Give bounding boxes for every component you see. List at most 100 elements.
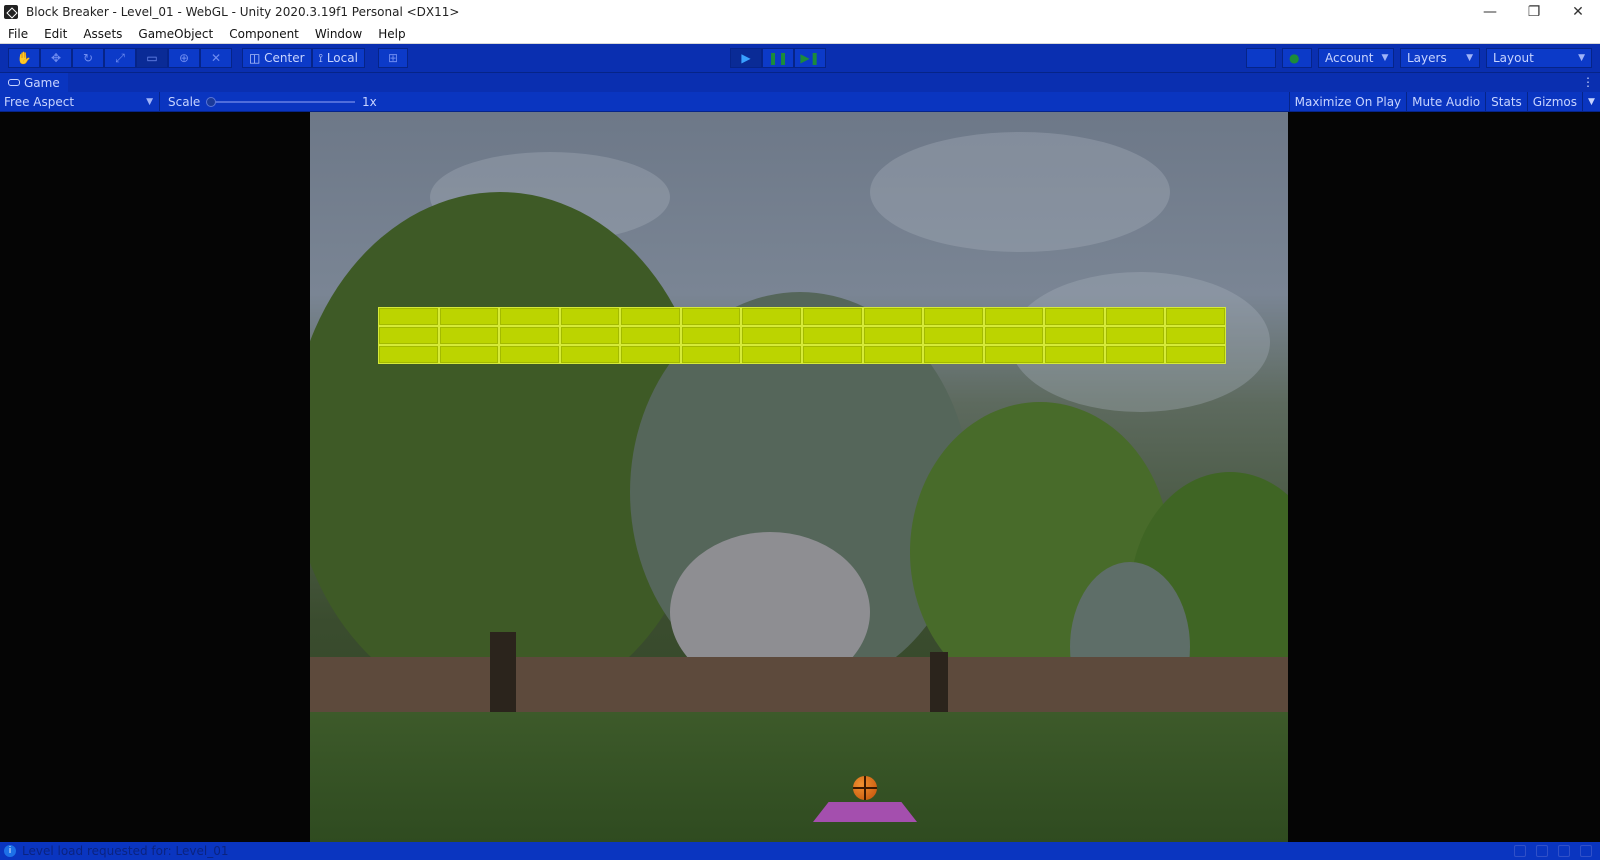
account-label: Account (1325, 51, 1374, 65)
window-titlebar: Block Breaker - Level_01 - WebGL - Unity… (0, 0, 1600, 24)
tab-game[interactable]: Game (0, 72, 68, 93)
game-viewport (0, 112, 1600, 842)
play-button[interactable]: ▶ (730, 48, 762, 68)
brick (1104, 345, 1166, 364)
account-dropdown[interactable]: Account ▼ (1318, 48, 1394, 68)
chevron-down-icon: ▼ (146, 97, 153, 107)
window-title: Block Breaker - Level_01 - WebGL - Unity… (26, 5, 460, 19)
cloud-icon[interactable]: ● (1282, 48, 1312, 68)
brick (923, 307, 984, 326)
rect-tool-icon[interactable]: ▭ (136, 48, 168, 68)
ball (853, 776, 877, 800)
aspect-dropdown[interactable]: Free Aspect ▼ (0, 92, 160, 112)
scale-slider-handle[interactable] (206, 97, 216, 107)
stats-toggle[interactable]: Stats (1485, 92, 1527, 112)
move-tool-icon[interactable]: ✥ (40, 48, 72, 68)
tab-game-label: Game (24, 75, 60, 90)
game-canvas[interactable] (310, 112, 1288, 842)
brick (1044, 326, 1105, 345)
maximize-on-play-toggle[interactable]: Maximize On Play (1288, 92, 1407, 112)
scale-tool-icon[interactable]: ⤢ (104, 48, 136, 68)
brick (438, 326, 500, 345)
menu-edit[interactable]: Edit (36, 27, 75, 41)
transform-tools: ✋ ✥ ↻ ⤢ ▭ ⊕ ✕ (8, 48, 232, 68)
transform-tool-icon[interactable]: ⊕ (168, 48, 200, 68)
gamepad-icon (8, 79, 20, 86)
info-icon: i (4, 845, 16, 857)
custom-tool-icon[interactable]: ✕ (200, 48, 232, 68)
main-toolbar: ✋ ✥ ↻ ⤢ ▭ ⊕ ✕ ◫ Center ⟟ Local ⊞ ▶ ❚❚ ▶❚… (0, 44, 1600, 72)
menu-assets[interactable]: Assets (75, 27, 130, 41)
brick (559, 326, 621, 345)
minimize-button[interactable]: — (1468, 0, 1512, 24)
brick (378, 326, 439, 345)
menu-bar: File Edit Assets GameObject Component Wi… (0, 24, 1600, 44)
brick (559, 307, 621, 326)
brick (1165, 326, 1226, 345)
gizmos-toggle[interactable]: Gizmos (1526, 92, 1582, 112)
tab-menu-icon[interactable]: ⋮ (1582, 75, 1594, 89)
brick (620, 307, 681, 326)
brick (378, 345, 439, 364)
mute-audio-toggle[interactable]: Mute Audio (1406, 92, 1485, 112)
status-icons (1514, 845, 1592, 857)
brick (680, 307, 742, 326)
game-tab-bar: Game ⋮ (0, 72, 1600, 93)
paddle (813, 802, 917, 822)
layout-dropdown[interactable]: Layout ▼ (1486, 48, 1592, 68)
brick (802, 326, 863, 345)
grid-snap-icon[interactable]: ⊞ (378, 48, 408, 68)
brick (1165, 307, 1226, 326)
auto-generate-icon[interactable] (1580, 845, 1592, 857)
bug-icon[interactable] (1514, 845, 1526, 857)
game-view-options: Maximize On Play Mute Audio Stats Gizmos… (1288, 92, 1600, 112)
brick (620, 326, 681, 345)
brick (862, 326, 924, 345)
status-bar: i Level load requested for: Level_01 (0, 842, 1600, 860)
brick (1165, 345, 1226, 364)
brick (802, 345, 863, 364)
game-view-toolbar: Free Aspect ▼ Scale 1x Maximize On Play … (0, 92, 1600, 112)
brick (438, 345, 500, 364)
brick (1104, 326, 1166, 345)
brick (680, 345, 742, 364)
hand-tool-icon[interactable]: ✋ (8, 48, 40, 68)
brick (983, 307, 1045, 326)
restore-button[interactable]: ❐ (1512, 0, 1556, 24)
rotate-tool-icon[interactable]: ↻ (72, 48, 104, 68)
gizmos-chevron-icon[interactable]: ▼ (1582, 92, 1600, 112)
cache-icon[interactable] (1536, 845, 1548, 857)
chevron-down-icon: ▼ (1381, 53, 1389, 63)
scale-slider-track[interactable] (210, 101, 355, 103)
toolbar-right: ● Account ▼ Layers ▼ Layout ▼ (1246, 48, 1592, 68)
collab-icon[interactable] (1246, 48, 1276, 68)
brick (680, 326, 742, 345)
status-message[interactable]: Level load requested for: Level_01 (22, 844, 228, 858)
menu-file[interactable]: File (0, 27, 36, 41)
grass-field (310, 712, 1288, 842)
pivot-center-button[interactable]: ◫ Center (242, 48, 312, 68)
brick (923, 345, 984, 364)
pivot-icon: ◫ (249, 51, 265, 65)
lighting-icon[interactable] (1558, 845, 1570, 857)
brick (741, 345, 802, 364)
menu-component[interactable]: Component (221, 27, 307, 41)
local-space-icon: ⟟ (318, 50, 327, 65)
brick (862, 345, 924, 364)
menu-gameobject[interactable]: GameObject (130, 27, 221, 41)
chevron-down-icon: ▼ (1466, 53, 1473, 63)
brick (499, 345, 560, 364)
menu-help[interactable]: Help (370, 27, 413, 41)
brick (378, 307, 439, 326)
brick (438, 307, 500, 326)
layers-dropdown[interactable]: Layers ▼ (1400, 48, 1480, 68)
menu-window[interactable]: Window (307, 27, 370, 41)
brick (983, 326, 1045, 345)
pivot-local-button[interactable]: ⟟ Local (311, 48, 365, 68)
close-button[interactable]: ✕ (1556, 0, 1600, 24)
scale-label: Scale (168, 95, 201, 109)
pivot-label: Center (264, 51, 305, 65)
window-controls: — ❐ ✕ (1468, 0, 1600, 24)
pause-button[interactable]: ❚❚ (762, 48, 794, 68)
step-button[interactable]: ▶❚ (794, 48, 826, 68)
